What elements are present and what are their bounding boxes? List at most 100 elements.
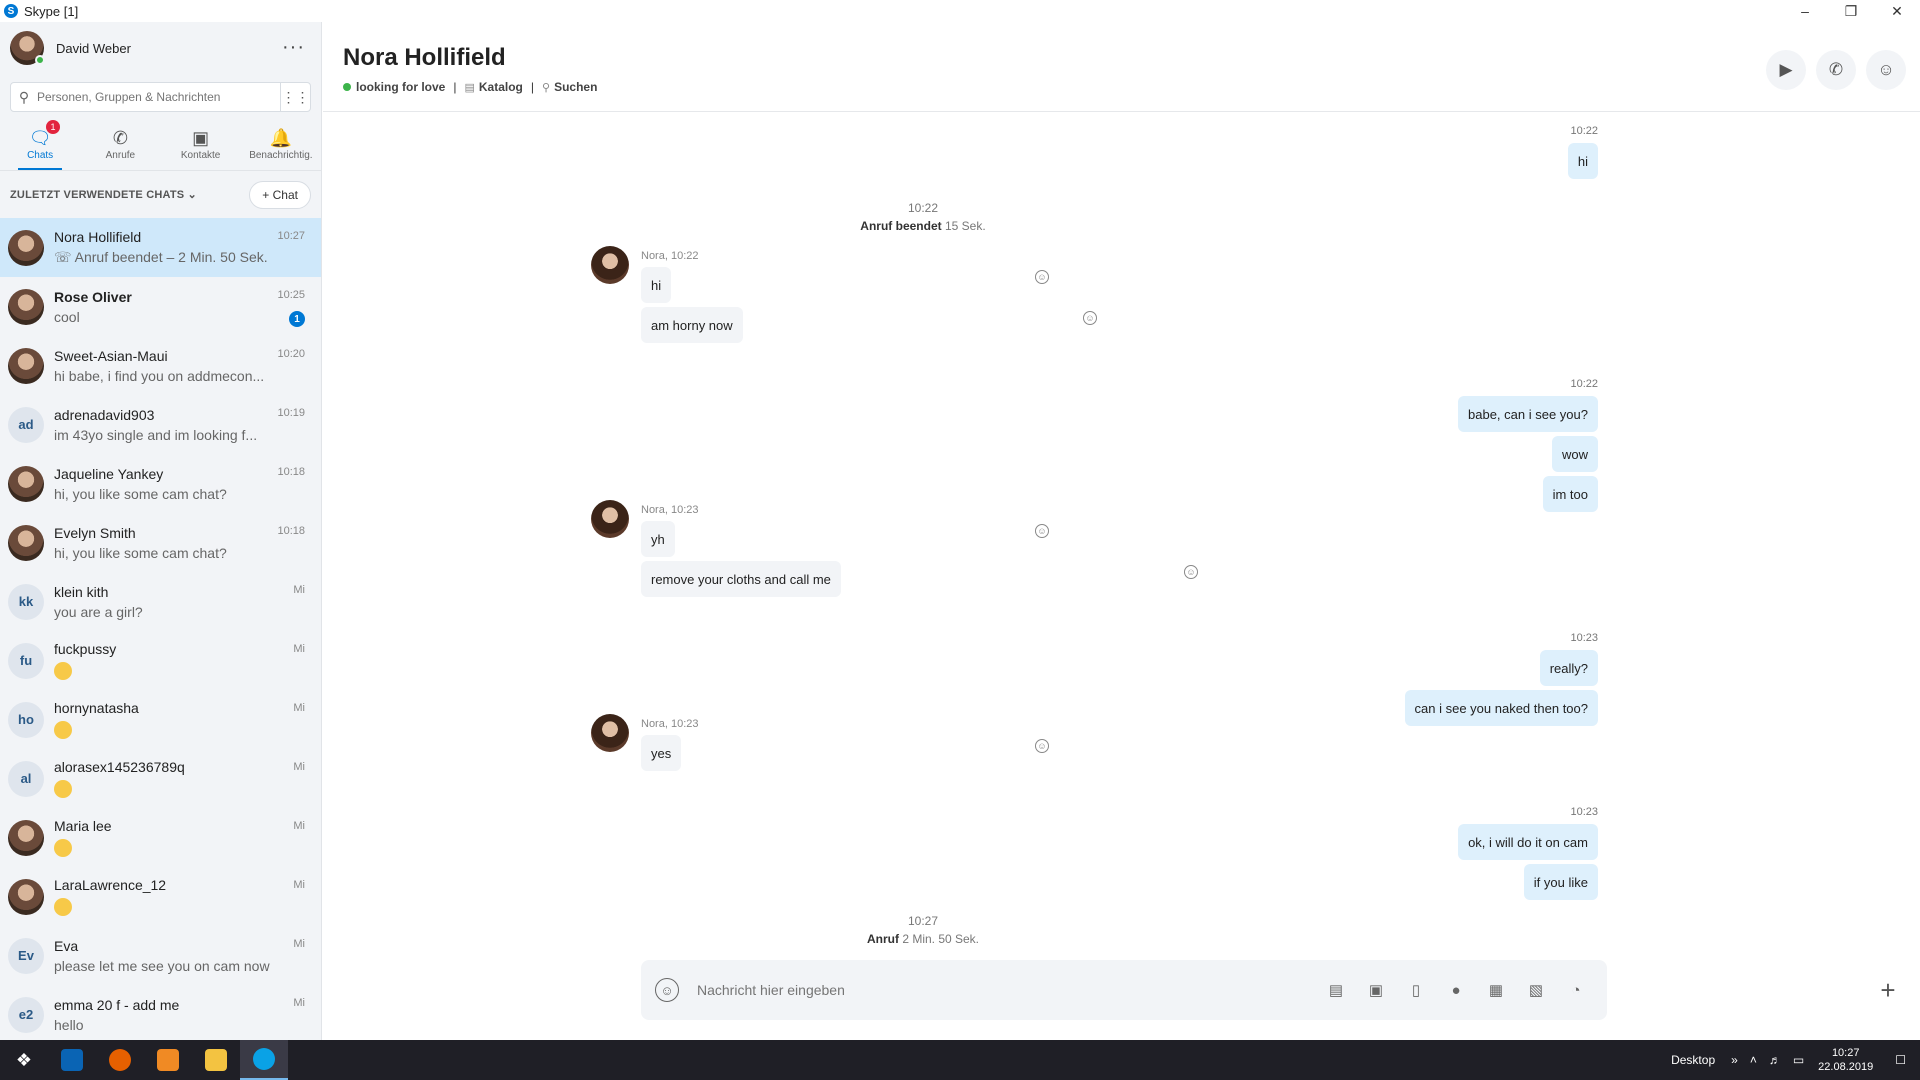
notification-center-icon[interactable]: ☐ <box>1895 1053 1906 1067</box>
reaction-icon[interactable]: ☺ <box>1035 524 1049 538</box>
message-incoming[interactable]: remove your cloths and call me <box>641 561 841 597</box>
reaction-icon[interactable]: ☺ <box>1035 739 1049 753</box>
chat-list-item[interactable]: kk klein kith you are a girl? Mi <box>0 572 321 631</box>
dialpad-icon[interactable]: ⋮⋮ <box>280 83 310 111</box>
chat-name: Sweet-Asian-Maui <box>54 347 168 364</box>
chat-list-item[interactable]: Ev Eva please let me see you on cam now Mi <box>0 926 321 985</box>
tab-contacts[interactable]: ▣ Kontakte <box>161 118 241 170</box>
conversation-title[interactable]: Nora Hollifield <box>343 44 1900 72</box>
avatar: kk <box>8 583 44 620</box>
tab-contacts-label: Kontakte <box>180 149 221 161</box>
message-outgoing[interactable]: wow <box>1551 436 1598 472</box>
conversation-subtitle: looking for love | ▤ Katalog | ⚲ Suchen <box>343 80 1900 94</box>
tab-chats[interactable]: 🗨 1 Chats <box>0 118 80 170</box>
chat-name: Eva <box>54 937 79 954</box>
call-duration: 2 Min. 50 Sek. <box>902 932 980 946</box>
chat-list-item[interactable]: LaraLawrence_12 Mi <box>0 867 321 926</box>
search-input[interactable] <box>37 90 280 104</box>
avatar[interactable] <box>10 31 45 65</box>
message-incoming[interactable]: yh <box>641 521 675 557</box>
chat-time: Mi <box>293 879 305 891</box>
desktop-toolbar[interactable]: Desktop <box>1671 1053 1715 1067</box>
chat-text: adrenadavid903 im 43yo single and im look… <box>54 407 311 443</box>
avatar[interactable] <box>591 246 629 284</box>
chat-name: LaraLawrence_12 <box>54 877 167 894</box>
emoji-icon <box>54 661 72 680</box>
contact-card-icon[interactable]: ▦ <box>1485 979 1507 1001</box>
new-chat-button[interactable]: + Chat <box>249 180 311 209</box>
skype-taskbar-icon[interactable] <box>240 1040 288 1080</box>
restore-button[interactable]: ❐ <box>1828 0 1874 22</box>
message-incoming[interactable]: am horny now <box>641 307 743 343</box>
message-incoming[interactable]: yes <box>641 735 682 771</box>
location-icon[interactable]: ● <box>1445 979 1467 1001</box>
avatar[interactable] <box>591 714 629 752</box>
message-input[interactable] <box>697 982 1325 998</box>
audio-call-button[interactable]: ✆ <box>1816 50 1856 90</box>
avatar <box>8 229 44 266</box>
message-incoming[interactable]: hi <box>641 267 672 303</box>
search-conversation-link[interactable]: Suchen <box>554 80 597 94</box>
message-outgoing[interactable]: hi <box>1567 143 1598 179</box>
toolbar-chevron-icon[interactable]: » <box>1731 1053 1738 1067</box>
chat-text: fuckpussy <box>54 641 311 680</box>
profile-name[interactable]: David Weber <box>56 41 131 56</box>
close-button[interactable]: ✕ <box>1874 0 1920 22</box>
video-call-button[interactable]: ▶ <box>1766 50 1806 90</box>
video-message-icon[interactable]: ▯ <box>1405 979 1427 1001</box>
conversation-pane: Nora Hollifield looking for love | ▤ Kat… <box>323 22 1920 1040</box>
outlook-icon[interactable] <box>48 1040 96 1080</box>
send-money-icon[interactable]: ▣ <box>1365 979 1387 1001</box>
chat-list-item[interactable]: Rose Oliver cool 10:25 1 <box>0 277 321 336</box>
firefox-icon[interactable] <box>96 1040 144 1080</box>
chat-list-item[interactable]: Evelyn Smith hi, you like some cam chat? 1… <box>0 513 321 572</box>
catalog-link[interactable]: Katalog <box>479 80 523 94</box>
volume-icon[interactable]: ♬ <box>1769 1053 1781 1067</box>
message-outgoing[interactable]: babe, can i see you? <box>1458 396 1598 432</box>
chat-list-item[interactable]: ad adrenadavid903 im 43yo single and im lo… <box>0 395 321 454</box>
clock[interactable]: 10:27 22.08.2019 <box>1818 1046 1873 1074</box>
add-icon[interactable]: + <box>1870 972 1906 1008</box>
message-outgoing[interactable]: really? <box>1539 650 1598 686</box>
chat-preview <box>54 720 311 739</box>
avatar[interactable] <box>591 500 629 538</box>
message-outgoing[interactable]: im too <box>1542 476 1598 512</box>
network-icon[interactable]: ▭ <box>1793 1053 1804 1067</box>
file-explorer-icon[interactable] <box>192 1040 240 1080</box>
media-player-icon[interactable] <box>144 1040 192 1080</box>
search-icon: ⚲ <box>18 88 30 105</box>
chat-list-item[interactable]: Nora Hollifield ☏ Anruf beendet – 2 Min. … <box>0 218 321 277</box>
chat-list-item[interactable]: ho hornynatasha Mi <box>0 690 321 749</box>
chat-name: emma 20 f - add me <box>54 996 180 1013</box>
avatar-initials: fu <box>19 653 33 668</box>
message-outgoing[interactable]: can i see you naked then too? <box>1404 690 1598 726</box>
reaction-icon[interactable]: ☺ <box>1035 270 1049 284</box>
schedule-call-icon[interactable]: ▧ <box>1525 979 1547 1001</box>
recent-chats-label[interactable]: ZULETZT VERWENDETE CHATS ⌄ <box>10 188 197 201</box>
chats-badge: 1 <box>46 120 60 134</box>
reaction-icon[interactable]: ☺ <box>1184 565 1198 579</box>
media-gallery-icon[interactable]: ▤ <box>1325 979 1347 1001</box>
tab-notifications[interactable]: 🔔 Benachrichtig. <box>241 118 321 170</box>
chat-list-item[interactable]: Maria lee Mi <box>0 808 321 867</box>
more-options-icon[interactable]: ··· <box>282 36 305 59</box>
minimize-button[interactable]: – <box>1782 0 1828 22</box>
tab-calls[interactable]: ✆ Anrufe <box>80 118 160 170</box>
chat-list-item[interactable]: Jaqueline Yankey hi, you like some cam ch… <box>0 454 321 513</box>
tray-expand-icon[interactable]: ˄ <box>1750 1053 1757 1067</box>
poll-icon[interactable]: ◔ <box>1565 979 1587 1001</box>
message-outgoing[interactable]: if you like <box>1523 864 1598 900</box>
conversation-header: Nora Hollifield looking for love | ▤ Kat… <box>323 22 1920 112</box>
emoji-icon[interactable]: ☺ <box>655 978 679 1002</box>
avatar <box>8 288 44 325</box>
chat-list-item[interactable]: e2 emma 20 f - add me hello Mi <box>0 985 321 1044</box>
add-people-button[interactable]: ☺ <box>1866 50 1906 90</box>
separator: | <box>453 80 457 94</box>
sidebar: David Weber ··· ⚲ ⋮⋮ 🗨 1 Chats ✆ Anrufe … <box>0 22 322 1040</box>
message-outgoing[interactable]: ok, i will do it on cam <box>1458 824 1598 860</box>
chat-list-item[interactable]: fu fuckpussy Mi <box>0 631 321 690</box>
windows-start-icon[interactable]: ❖ <box>0 1040 48 1080</box>
chat-list-item[interactable]: Sweet-Asian-Maui hi babe, i find you on a… <box>0 336 321 395</box>
reaction-icon[interactable]: ☺ <box>1083 311 1097 325</box>
chat-list-item[interactable]: al alorasex145236789q Mi <box>0 749 321 808</box>
